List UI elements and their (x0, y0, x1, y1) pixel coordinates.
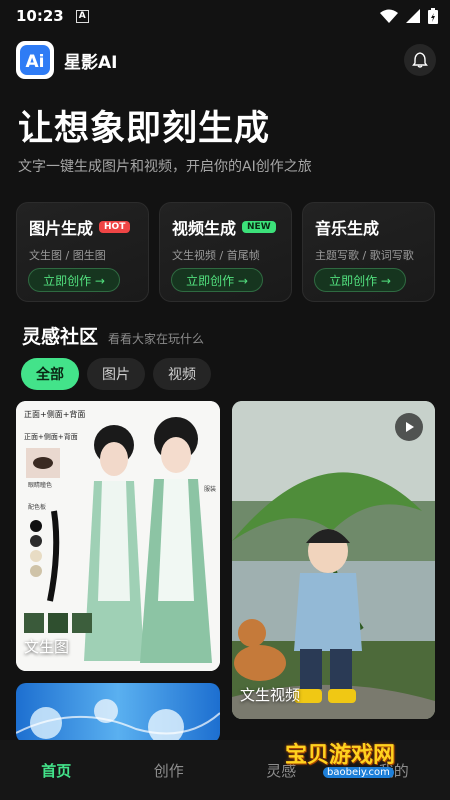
feature-subtitle: 文生图 / 图生图 (29, 249, 106, 262)
feature-title: 音乐生成 (315, 219, 380, 238)
feature-title: 视频生成 (172, 219, 237, 238)
app-logo: Ai (16, 41, 54, 79)
filter-image[interactable]: 图片 (87, 358, 145, 390)
inspiration-card-video[interactable]: 文生视频 (232, 401, 435, 719)
feature-card-video[interactable]: 视频生成 NEW 文生视频 / 首尾帧 立即创作 → (159, 202, 292, 302)
tab-home[interactable]: 首页 (0, 760, 113, 781)
section-title: 灵感社区 (22, 326, 99, 348)
create-now-button[interactable]: 立即创作 → (171, 268, 263, 292)
create-now-button[interactable]: 立即创作 → (314, 268, 406, 292)
notification-button[interactable] (404, 44, 436, 76)
bell-icon (412, 52, 428, 68)
feature-card-music[interactable]: 音乐生成 主题写歌 / 歌词写歌 立即创作 → (302, 202, 435, 302)
filter-video[interactable]: 视频 (153, 358, 211, 390)
play-icon (406, 422, 414, 432)
status-icons (380, 8, 438, 24)
community-header: 灵感社区 看看大家在玩什么 (22, 322, 204, 349)
svg-text:眼睛瞳色: 眼睛瞳色 (28, 481, 52, 489)
feature-subtitle: 主题写歌 / 歌词写歌 (315, 249, 414, 262)
watermark: 宝贝游戏网 baobeiy.com (275, 735, 425, 785)
card-label: 文生视频 (240, 686, 301, 704)
notification-icon: A (75, 9, 89, 23)
svg-text:Ai: Ai (26, 52, 45, 72)
section-subtitle: 看看大家在玩什么 (108, 332, 205, 346)
new-badge: NEW (242, 221, 276, 233)
tab-create[interactable]: 创作 (113, 760, 226, 781)
filter-all[interactable]: 全部 (21, 358, 79, 390)
card-image: 正面+侧面+背面 正面+侧面+背面 眼睛瞳色 配色板 服装 (16, 401, 220, 671)
svg-text:配色板: 配色板 (28, 503, 46, 511)
signal-icon (406, 9, 420, 23)
play-button[interactable] (395, 413, 423, 441)
svg-text:正面+侧面+背面: 正面+侧面+背面 (24, 432, 78, 441)
card-image (16, 699, 220, 743)
feature-card-image[interactable]: 图片生成 HOT 文生图 / 图生图 立即创作 → (16, 202, 149, 302)
watermark-url: baobeiy.com (323, 767, 394, 778)
app-name: 星影AI (64, 52, 118, 73)
status-bar: 10:23 A (0, 0, 450, 32)
status-time: 10:23 (16, 7, 64, 25)
hot-badge: HOT (99, 221, 131, 233)
card-image (232, 401, 435, 719)
create-now-button[interactable]: 立即创作 → (28, 268, 120, 292)
hero-title: 让想象即刻生成 (18, 109, 271, 149)
inspiration-card-image[interactable]: 正面+侧面+背面 正面+侧面+背面 眼睛瞳色 配色板 服装 文生图 (16, 401, 220, 671)
feature-cards: 图片生成 HOT 文生图 / 图生图 立即创作 → 视频生成 NEW 文生视频 … (16, 202, 436, 302)
inspiration-card-image[interactable] (16, 683, 220, 743)
wifi-icon (380, 9, 398, 23)
feature-subtitle: 文生视频 / 首尾帧 (172, 249, 260, 262)
filter-chips: 全部 图片 视频 (21, 358, 211, 390)
card-label: 文生图 (24, 638, 70, 656)
feature-title: 图片生成 (29, 219, 94, 238)
watermark-text: 宝贝游戏网 (285, 743, 396, 768)
svg-text:服装: 服装 (204, 485, 216, 493)
app-header: Ai 星影AI (16, 40, 436, 80)
ai-logo-icon: Ai (20, 45, 50, 75)
battery-icon (428, 8, 438, 24)
svg-text:正面+侧面+背面: 正面+侧面+背面 (24, 409, 85, 419)
hero-subtitle: 文字一键生成图片和视频，开启你的AI创作之旅 (18, 159, 312, 175)
